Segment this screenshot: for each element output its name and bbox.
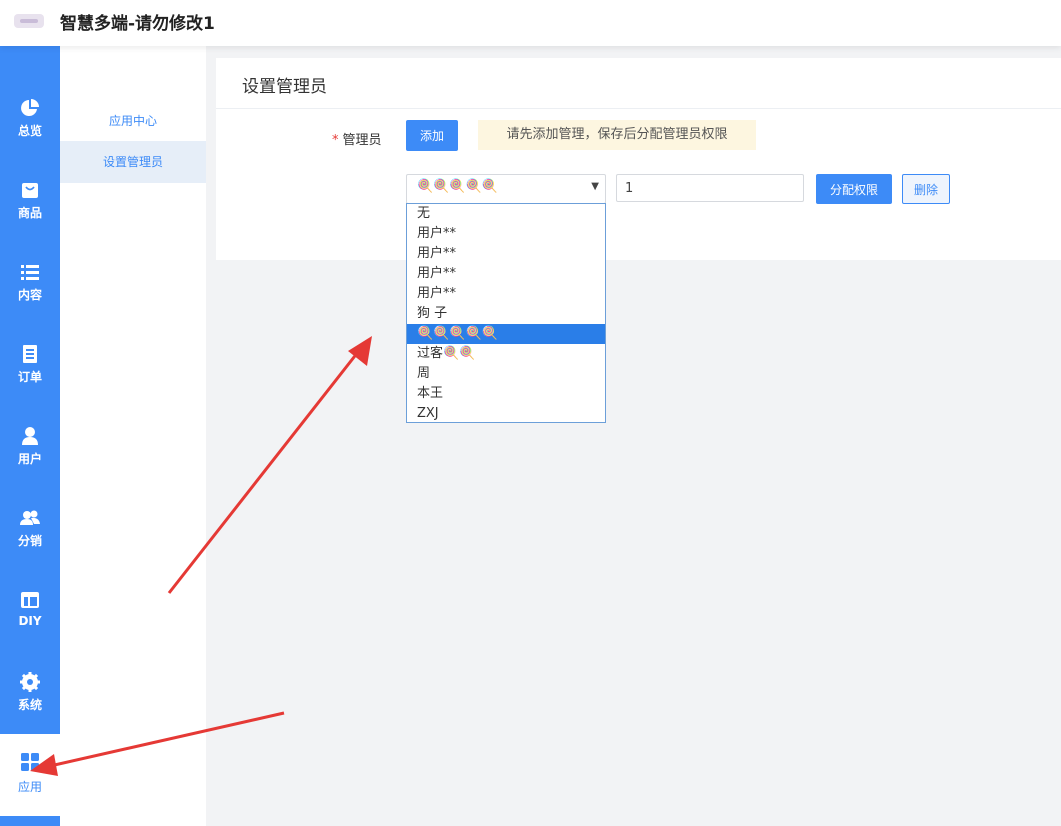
users-icon (20, 510, 40, 525)
nav-item-content[interactable]: 内容 (0, 256, 60, 338)
admin-select-dropdown: 无 用户** 用户** 用户** 用户** 狗 子 🍭🍭🍭🍭🍭 过客🍭🍭 周 本… (406, 203, 606, 423)
logo-icon (14, 14, 44, 28)
required-mark: * (332, 133, 339, 148)
nav-item-overview[interactable]: 总览 (0, 92, 60, 174)
app-title: 智慧多端-请勿修改1 (60, 14, 215, 34)
dropdown-option[interactable]: ZXJ (407, 404, 605, 424)
nav-item-diy[interactable]: DIY (0, 584, 60, 666)
dropdown-option[interactable]: 用户** (407, 244, 605, 264)
dropdown-option[interactable]: 用户** (407, 284, 605, 304)
dropdown-option[interactable]: 用户** (407, 264, 605, 284)
shopping-bag-icon (22, 183, 38, 198)
nav-item-distribution[interactable]: 分销 (0, 502, 60, 584)
subnav-item-app-center[interactable]: 应用中心 (60, 100, 206, 142)
dropdown-option-selected[interactable]: 🍭🍭🍭🍭🍭 (407, 324, 605, 344)
add-button[interactable]: 添加 (406, 120, 458, 151)
pie-chart-icon (21, 99, 39, 116)
top-header: 智慧多端-请勿修改1 (0, 0, 1061, 46)
nav-label: 总览 (17, 124, 42, 138)
page-title: 设置管理员 (242, 77, 327, 97)
list-icon (21, 265, 39, 280)
dropdown-option[interactable]: 用户** (407, 224, 605, 244)
nav-label: 应用 (17, 780, 42, 794)
main-panel: 设置管理员 * 管理员 添加 请先添加管理，保存后分配管理员权限 🍭🍭🍭🍭🍭 ▼ … (216, 58, 1061, 260)
nav-item-orders[interactable]: 订单 (0, 338, 60, 420)
caret-down-icon: ▼ (591, 181, 599, 192)
nav-item-apps[interactable]: 应用 (0, 734, 60, 816)
admin-field-label: * 管理员 (332, 129, 382, 148)
dropdown-option[interactable]: 本王 (407, 384, 605, 404)
main-sidebar: 总览 商品 内容 订单 用户 分销 DIY 系统 应用 (0, 46, 60, 826)
gear-icon (20, 672, 40, 692)
dropdown-option[interactable]: 狗 子 (407, 304, 605, 324)
nav-item-users[interactable]: 用户 (0, 420, 60, 502)
nav-label: 商品 (17, 206, 42, 220)
tip-banner: 请先添加管理，保存后分配管理员权限 (478, 120, 756, 150)
assign-permission-button[interactable]: 分配权限 (816, 174, 892, 204)
subnav-item-set-admin[interactable]: 设置管理员 (60, 141, 206, 183)
apps-grid-icon (21, 753, 39, 771)
nav-item-goods[interactable]: 商品 (0, 174, 60, 256)
nav-label: 用户 (17, 452, 42, 466)
delete-button[interactable]: 删除 (902, 174, 950, 204)
dropdown-option[interactable]: 周 (407, 364, 605, 384)
layout-icon (21, 592, 39, 608)
nav-label: DIY (18, 614, 42, 628)
user-icon (22, 427, 38, 445)
dropdown-option[interactable]: 过客🍭🍭 (407, 344, 605, 364)
nav-label: 分销 (17, 534, 42, 548)
permission-input[interactable] (616, 174, 804, 202)
admin-label-text: 管理员 (342, 133, 382, 148)
select-value: 🍭🍭🍭🍭🍭 (417, 179, 498, 194)
nav-label: 系统 (17, 698, 42, 712)
divider (216, 108, 1061, 109)
nav-label: 内容 (17, 288, 42, 302)
sub-sidebar: 应用中心 设置管理员 (60, 46, 206, 826)
nav-label: 订单 (17, 370, 42, 384)
admin-select[interactable]: 🍭🍭🍭🍭🍭 ▼ (406, 174, 606, 204)
dropdown-option[interactable]: 无 (407, 204, 605, 224)
order-icon (23, 345, 37, 363)
